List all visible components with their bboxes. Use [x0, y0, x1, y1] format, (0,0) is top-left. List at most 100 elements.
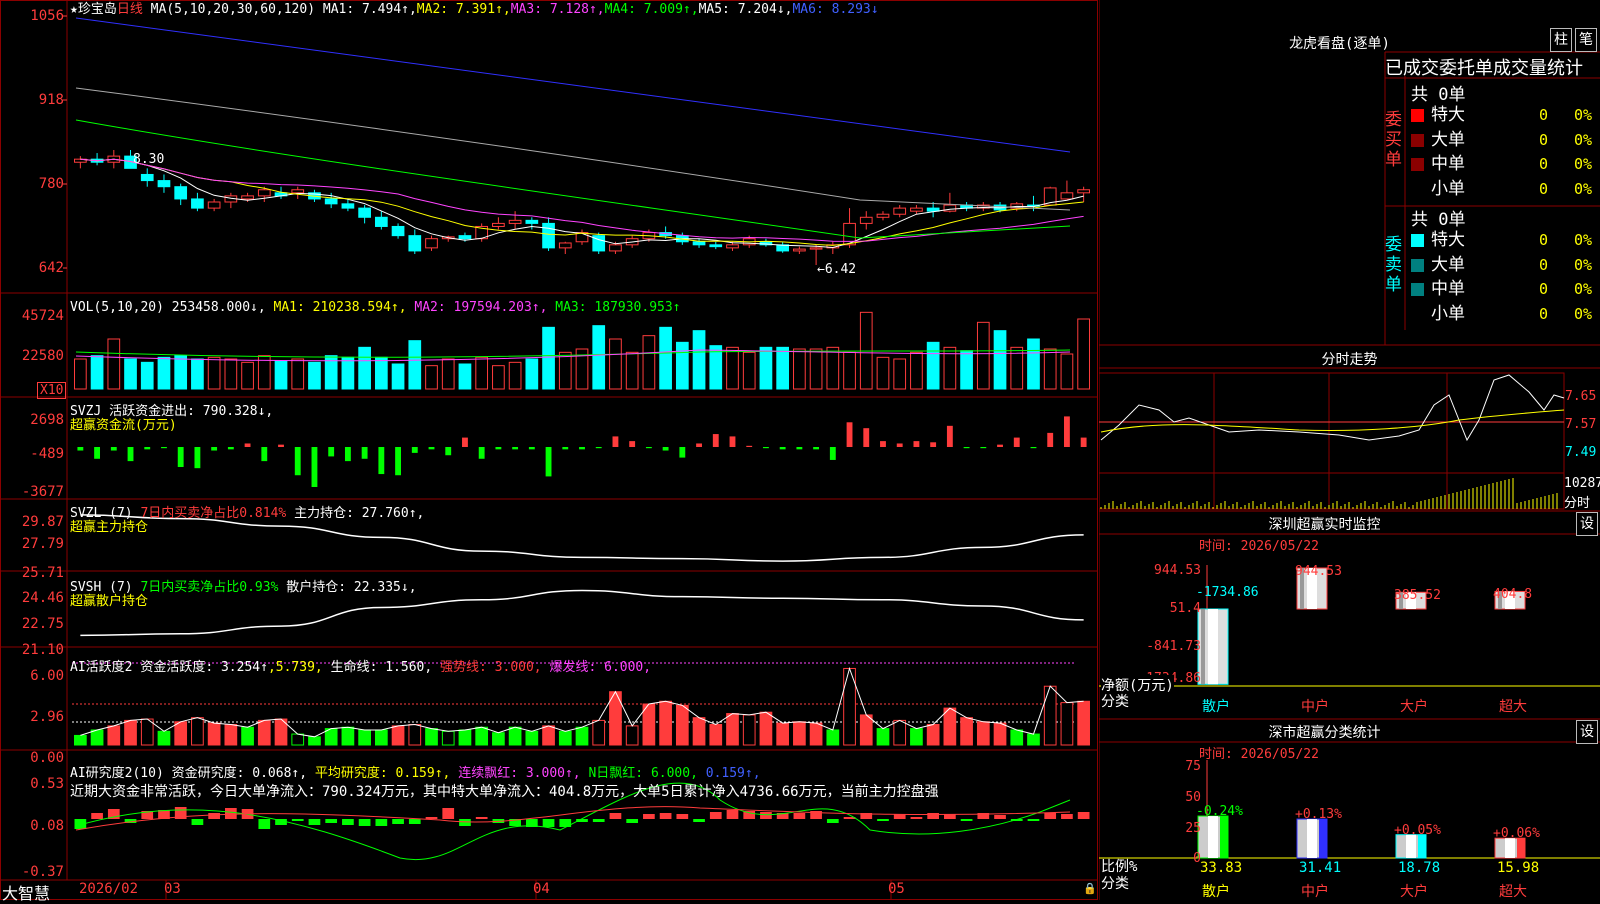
ai2-bar — [676, 814, 689, 819]
svzj-bar — [512, 447, 519, 450]
svzl-axis-2: 27.79 — [21, 536, 64, 552]
volume-bar — [592, 325, 606, 390]
kline-low-annotation: ←6.42 — [817, 262, 857, 277]
candle-body — [140, 173, 154, 182]
svzj-axis-1: 2698 — [30, 412, 64, 428]
ai1-burst: 爆发线: 6.000, — [549, 660, 652, 675]
ai1-bar — [1043, 685, 1057, 746]
period-label[interactable]: 日线 — [117, 2, 143, 17]
candle-body — [157, 180, 171, 188]
monitor-title: 深圳超赢实时监控 — [1268, 517, 1381, 533]
stat-ratio-value: 15.98 — [1497, 860, 1540, 876]
ai2-bars — [74, 807, 1090, 829]
order-count: 0 — [1539, 130, 1549, 149]
volume-bar — [124, 358, 137, 390]
order-type: 特大 — [1431, 105, 1465, 125]
ai1-bar — [291, 733, 305, 746]
svzj-bar — [445, 447, 452, 456]
main-chart-canvas[interactable] — [0, 0, 1098, 900]
ai1-bar — [592, 719, 606, 746]
order-count: 0 — [1539, 304, 1549, 323]
ai1-bar — [943, 707, 957, 746]
order-row-小单: 小单 0 0% — [1099, 302, 1600, 326]
svzj-bar — [177, 447, 184, 467]
svzj-bar — [211, 447, 218, 451]
svzj-bar — [779, 447, 786, 450]
order-row-中单: 中单 0 0% — [1099, 277, 1600, 301]
order-percent: 0% — [1574, 155, 1593, 173]
candle-body — [1060, 192, 1074, 200]
tick-view-button[interactable]: 笔 — [1575, 28, 1597, 52]
svsh-axis-3: 21.10 — [21, 642, 64, 658]
x-date-4: 05 — [888, 881, 905, 897]
stock-title[interactable]: ★珍宝岛 — [70, 2, 117, 17]
ai2-nday: N日飘红: 6.000, — [588, 766, 698, 781]
volume-bar — [224, 358, 238, 390]
main-chart-area[interactable]: ★珍宝岛日线 MA(5,10,20,30,60,120) MA1: 7.494↑… — [0, 0, 1098, 903]
monitor-bar-value: -1734.86 — [1196, 585, 1259, 600]
ai1-bar — [1010, 729, 1024, 746]
svzj-bar — [595, 447, 602, 449]
kline-high-annotation: 8.30 — [133, 152, 165, 167]
volume-bar — [425, 365, 438, 390]
svzj-bar — [863, 428, 870, 447]
x-date-1: 2026/02 — [79, 881, 139, 897]
bar-view-button[interactable]: 柱 — [1550, 28, 1572, 52]
svzj-bar — [395, 447, 401, 476]
order-color-swatch — [1411, 258, 1424, 272]
kline-header: ★珍宝岛日线 MA(5,10,20,30,60,120) MA1: 7.494↑… — [70, 2, 879, 17]
svzl-subtitle: 超赢主力持仓 — [70, 520, 149, 535]
order-color-swatch — [1411, 158, 1424, 171]
svzj-label: SVZJ — [70, 404, 102, 419]
ai1-bar — [257, 719, 271, 746]
svzl-axis-3: 25.71 — [21, 565, 64, 581]
stat-axis-4: 0 — [1193, 851, 1201, 866]
ai1-bar — [542, 725, 555, 746]
svzj-bar — [528, 447, 535, 450]
ai2-bar — [225, 808, 237, 819]
ai1-bar — [174, 721, 188, 746]
ai2-bar — [91, 813, 103, 819]
order-color-swatch — [1411, 307, 1424, 321]
stat-ratio-value: 18.78 — [1398, 860, 1441, 876]
candle-body — [391, 225, 405, 237]
lhb-subtitle: 已成交委托单成交量统计 — [1385, 58, 1583, 79]
intraday-vol-max: 10287 — [1564, 476, 1600, 491]
stat-settings-button[interactable]: 设 — [1576, 720, 1598, 744]
svzj-bar — [846, 422, 853, 447]
stat-category: 中户 — [1301, 884, 1329, 900]
ai1-bar — [140, 718, 154, 746]
intraday-price-1: 7.65 — [1565, 389, 1597, 404]
stat-axis-3: 25 — [1185, 821, 1201, 836]
svsh-label: SVSH (7) — [70, 580, 133, 595]
monitor-bar-value: 404.8 — [1493, 587, 1533, 603]
ai1-bar — [793, 721, 806, 746]
ai1-bar — [809, 722, 823, 746]
volume-bar — [642, 335, 656, 390]
ai1-bar — [742, 714, 756, 746]
lock-icon[interactable]: 🔒 — [1083, 882, 1097, 895]
volume-bar — [726, 346, 739, 390]
order-percent: 0% — [1574, 130, 1593, 149]
ai2-bar — [609, 813, 622, 819]
candle-body — [425, 238, 438, 249]
volume-bar — [976, 321, 990, 390]
stat-title: 深市超赢分类统计 — [1268, 725, 1381, 741]
volume-bar — [826, 346, 840, 390]
ai1-bar — [675, 704, 689, 746]
ai2-bar — [693, 819, 705, 822]
intraday-panel[interactable]: 分时走势 7.65 7.57 7.49 10287 分时 — [1099, 345, 1600, 511]
ai1-bar — [893, 719, 907, 746]
ai1-bar — [391, 725, 405, 746]
ma-label: MA(5,10,20,30,60,120) — [150, 2, 316, 17]
volume-bar — [659, 326, 672, 390]
ai2-axis-3: -0.37 — [21, 864, 64, 880]
svzl-ratio: 7日内买卖净占比0.814% — [140, 506, 287, 521]
ai2-bar — [1077, 812, 1090, 819]
order-type: 小单 — [1431, 178, 1465, 199]
ma5-value: MA5: 7.204↓, — [698, 2, 793, 17]
right-panel: 龙虎看盘(逐单) 柱 笔 已成交委托单成交量统计 委买单 委卖单 共 0单 共 … — [1099, 0, 1600, 900]
svzj-bar — [829, 447, 836, 460]
svzj-bar — [796, 447, 803, 450]
monitor-settings-button[interactable]: 设 — [1576, 512, 1598, 536]
